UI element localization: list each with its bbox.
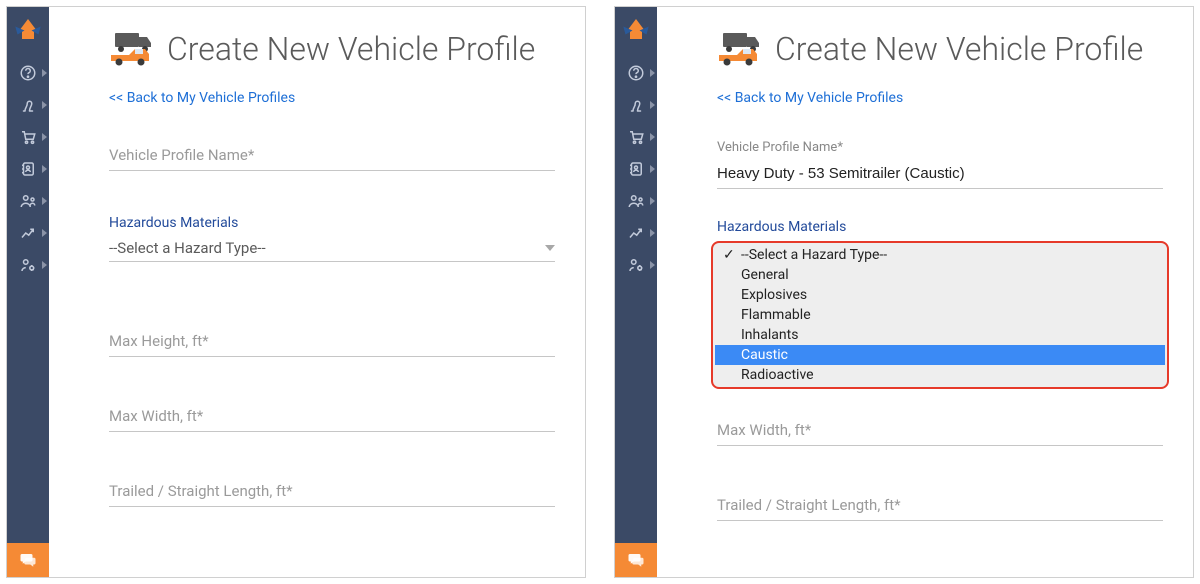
hazmat-option[interactable]: Flammable — [715, 305, 1165, 325]
sidebar — [615, 7, 657, 577]
nav-help[interactable] — [615, 57, 657, 89]
right-content: Create New Vehicle Profile << Back to My… — [657, 7, 1193, 577]
sidebar — [7, 7, 49, 577]
right-panel: Create New Vehicle Profile << Back to My… — [614, 6, 1194, 578]
nav-drivers[interactable] — [615, 185, 657, 217]
left-panel: Create New Vehicle Profile << Back to My… — [6, 6, 586, 578]
nav-cart[interactable] — [615, 121, 657, 153]
hazmat-option[interactable]: --Select a Hazard Type--✓ — [715, 245, 1165, 265]
profile-name-label: Vehicle Profile Name* — [717, 140, 1163, 155]
profile-name-field[interactable]: Vehicle Profile Name* — [109, 140, 555, 171]
page-title: Create New Vehicle Profile — [775, 31, 1143, 68]
hazmat-label: Hazardous Materials — [717, 219, 1163, 235]
check-icon: ✓ — [723, 247, 735, 263]
nav-drivers[interactable] — [7, 185, 49, 217]
nav-help[interactable] — [7, 57, 49, 89]
chevron-down-icon — [545, 245, 555, 251]
nav-cart[interactable] — [7, 121, 49, 153]
truck-icon — [717, 29, 765, 69]
left-content: Create New Vehicle Profile << Back to My… — [49, 7, 585, 577]
nav-routes[interactable] — [615, 89, 657, 121]
max-height-field[interactable]: Max Height, ft* — [109, 326, 555, 357]
hazmat-label: Hazardous Materials — [109, 215, 555, 231]
page-title: Create New Vehicle Profile — [167, 31, 535, 68]
nav-settings[interactable] — [615, 249, 657, 281]
nav-routes[interactable] — [7, 89, 49, 121]
back-link[interactable]: << Back to My Vehicle Profiles — [109, 90, 295, 106]
nav-address-book[interactable] — [7, 153, 49, 185]
chat-button[interactable] — [7, 543, 49, 577]
hazmat-select-value: --Select a Hazard Type-- — [109, 239, 545, 257]
profile-name-input[interactable] — [717, 159, 1163, 189]
truck-icon — [109, 29, 157, 69]
app-logo-icon — [7, 7, 49, 57]
trailed-length-field[interactable]: Trailed / Straight Length, ft* — [109, 476, 555, 507]
hazmat-dropdown: --Select a Hazard Type--✓GeneralExplosiv… — [711, 241, 1169, 389]
hazmat-option[interactable]: Explosives — [715, 285, 1165, 305]
hazmat-option[interactable]: Caustic — [715, 345, 1165, 365]
max-width-field[interactable]: Max Width, ft* — [109, 401, 555, 432]
nav-settings[interactable] — [7, 249, 49, 281]
app-logo-icon — [615, 7, 657, 57]
nav-address-book[interactable] — [615, 153, 657, 185]
nav-analytics[interactable] — [615, 217, 657, 249]
nav-analytics[interactable] — [7, 217, 49, 249]
trailed-length-field[interactable]: Trailed / Straight Length, ft* — [717, 490, 1163, 521]
back-link[interactable]: << Back to My Vehicle Profiles — [717, 90, 903, 106]
hazmat-option[interactable]: Radioactive — [715, 365, 1165, 385]
hazmat-select[interactable]: --Select a Hazard Type-- — [109, 235, 555, 262]
hazmat-option[interactable]: Inhalants — [715, 325, 1165, 345]
hazmat-option[interactable]: General — [715, 265, 1165, 285]
chat-button[interactable] — [615, 543, 657, 577]
max-width-field[interactable]: Max Width, ft* — [717, 415, 1163, 446]
